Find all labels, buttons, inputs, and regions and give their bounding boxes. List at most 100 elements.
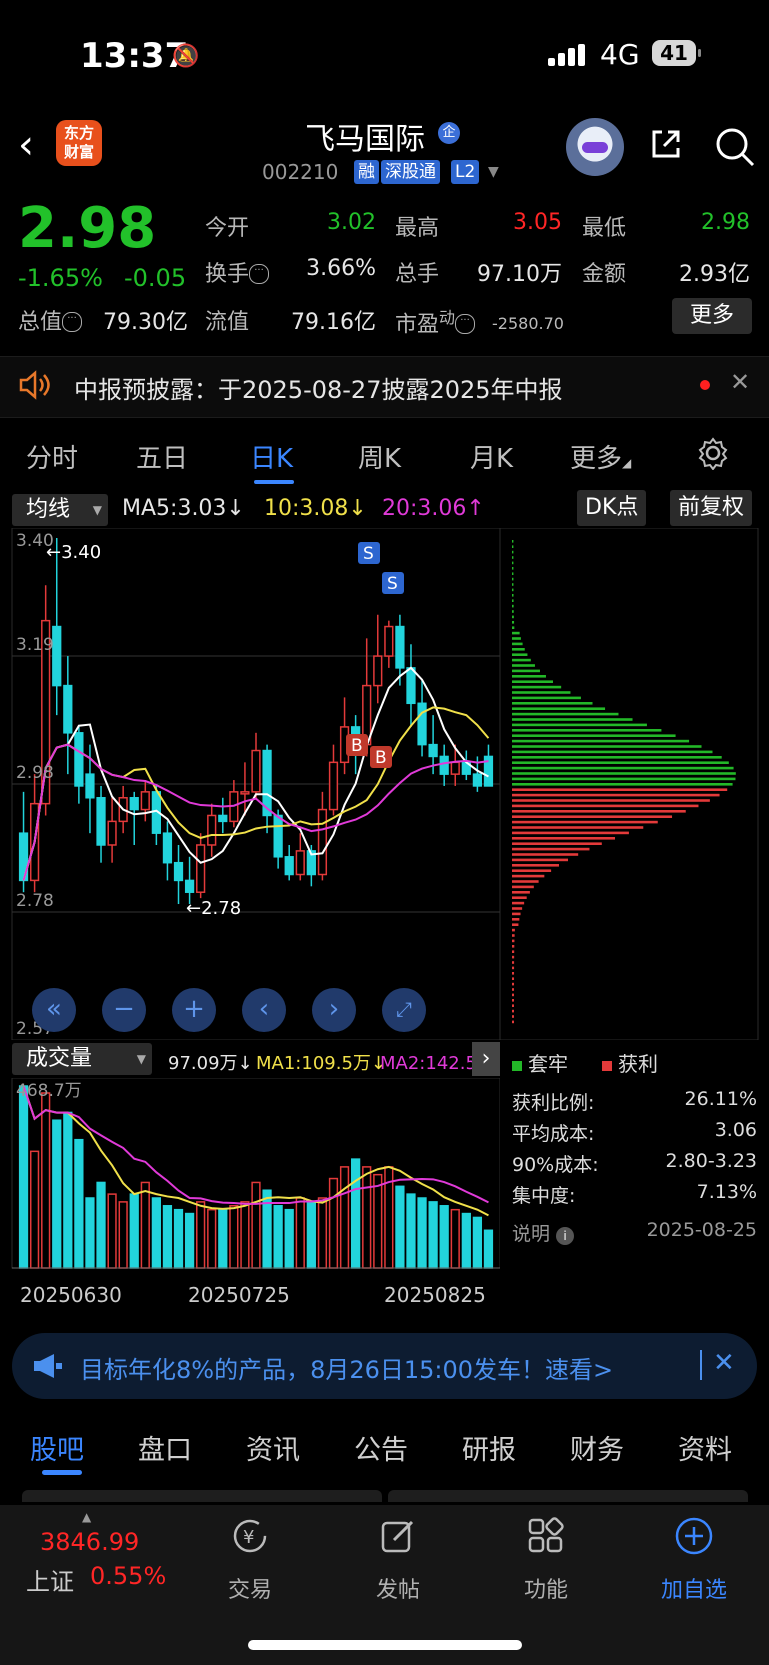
chevron-down-icon[interactable]: ▼	[488, 164, 499, 180]
nav-trade[interactable]: 交易	[210, 1572, 290, 1604]
adjust-button[interactable]: 前复权	[670, 490, 753, 526]
zoom-out-icon[interactable]: −	[102, 988, 146, 1032]
nav-add-watchlist[interactable]: 加自选	[646, 1572, 742, 1604]
chip-date: 2025-08-25	[646, 1219, 757, 1241]
share-icon[interactable]	[648, 126, 684, 162]
chip-bar	[512, 966, 515, 970]
fast-rewind-icon[interactable]: «	[32, 988, 76, 1032]
info-dots-icon[interactable]: ···	[62, 311, 83, 332]
market-cap-value: 79.30亿	[103, 310, 188, 335]
tab-intraday[interactable]: 分时	[26, 438, 78, 475]
turnover-value: 3.66%	[306, 256, 376, 281]
apps-grid-icon[interactable]	[526, 1516, 566, 1556]
tab-finance[interactable]: 财务	[570, 1428, 624, 1467]
volume-bar	[328, 1177, 339, 1269]
index-name[interactable]: 上证	[26, 1562, 74, 1597]
info-dots-icon[interactable]: ···	[455, 314, 476, 334]
index-value[interactable]: 3846.99	[40, 1528, 139, 1556]
candle	[52, 625, 62, 687]
chip-bar	[512, 761, 729, 764]
move-left-icon[interactable]: ‹	[242, 988, 286, 1032]
dk-point-button[interactable]: DK点	[577, 490, 647, 526]
back-icon[interactable]: ‹	[18, 122, 34, 168]
sell-signal-text: S	[363, 544, 374, 564]
battery-icon: 41	[652, 40, 701, 66]
tab-daily-k[interactable]: 日K	[250, 438, 293, 475]
indicator-select[interactable]: 均线 ▼	[12, 494, 108, 526]
fullscreen-icon[interactable]: ⤢	[382, 988, 426, 1032]
chip-bar	[512, 756, 722, 759]
candle	[140, 791, 150, 811]
tab-guba[interactable]: 股吧	[30, 1428, 84, 1467]
legend-profit: 获利	[602, 1048, 658, 1077]
chip-bar	[512, 631, 520, 635]
more-button[interactable]: 更多	[672, 298, 752, 334]
volume-chart[interactable]: 468.7万 20250630 20250725 20250825	[0, 1078, 500, 1320]
robot-assistant-avatar[interactable]	[566, 118, 624, 176]
chip-bar	[512, 918, 520, 921]
chip-bar	[512, 885, 534, 889]
caret-icon: ◢	[622, 456, 632, 470]
add-circle-icon[interactable]	[674, 1516, 714, 1556]
chip-note-row[interactable]: 说明 i 2025-08-25	[512, 1219, 757, 1246]
volume-indicator-select[interactable]: 成交量 ▼	[12, 1043, 152, 1075]
tab-research[interactable]: 研报	[462, 1428, 516, 1467]
close-icon[interactable]: ✕	[713, 1348, 735, 1378]
svg-text:¥: ¥	[243, 1527, 254, 1548]
volume-bar	[317, 1197, 328, 1269]
nav-functions[interactable]: 功能	[506, 1572, 586, 1604]
nav-post[interactable]: 发帖	[358, 1572, 438, 1604]
tab-profile[interactable]: 资料	[678, 1428, 732, 1467]
volume-select-label: 成交量	[26, 1046, 93, 1071]
tab-announcements[interactable]: 公告	[354, 1428, 408, 1467]
index-percent[interactable]: 0.55%	[90, 1562, 166, 1590]
candle	[450, 761, 460, 775]
tab-five-day[interactable]: 五日	[136, 438, 188, 475]
zoom-in-icon[interactable]: +	[172, 988, 216, 1032]
promo-text[interactable]: 目标年化8%的产品，8月26日15:00发车！速看>	[80, 1350, 613, 1385]
chip-bar	[512, 939, 515, 943]
high-label: 最高	[395, 216, 440, 241]
chip-bar	[512, 788, 728, 791]
caret-up-icon[interactable]: ▲	[82, 1510, 91, 1524]
volume-value: 97.10万	[477, 262, 562, 287]
buy-signal-text: B	[351, 736, 363, 756]
kline-chart[interactable]: 3.40 3.19 2.98 2.78 2.57 ←3.40 ←2.78 S S…	[0, 528, 769, 1040]
tab-news[interactable]: 资讯	[246, 1428, 300, 1467]
volume-bar	[450, 1208, 460, 1269]
notice-text[interactable]: 中报预披露：于2025-08-27披露2025年中报	[74, 370, 563, 405]
chip-bar	[512, 874, 545, 878]
info-dots-icon[interactable]: ···	[249, 263, 270, 284]
chip-note[interactable]: 说明 i	[512, 1219, 575, 1246]
chip-bar	[512, 928, 515, 932]
trade-icon[interactable]: ¥	[230, 1516, 270, 1556]
enterprise-badge: 企	[438, 122, 460, 144]
chip-stat-row: 集中度: 7.13%	[512, 1181, 757, 1219]
expand-right-icon[interactable]: ›	[472, 1042, 500, 1076]
close-icon[interactable]: ✕	[730, 368, 750, 396]
chip-bar	[512, 961, 515, 964]
tab-monthly-k[interactable]: 月K	[470, 438, 513, 475]
chip-bar	[512, 982, 515, 986]
chip-bar	[512, 955, 515, 959]
tab-weekly-k[interactable]: 周K	[358, 438, 401, 475]
chip-stat-value: 7.13%	[696, 1181, 757, 1203]
app-logo[interactable]: 东方 财富	[56, 120, 102, 166]
candle	[218, 814, 228, 823]
volume-bar	[107, 1193, 117, 1269]
chip-bar	[512, 621, 515, 624]
chip-stat-row: 平均成本: 3.06	[512, 1119, 757, 1150]
chip-bar	[512, 799, 710, 802]
tab-pankou[interactable]: 盘口	[138, 1428, 192, 1467]
compose-icon[interactable]	[378, 1516, 418, 1556]
chip-bar	[512, 653, 528, 656]
settings-gear-icon[interactable]	[696, 436, 730, 470]
move-right-icon[interactable]: ›	[312, 988, 356, 1032]
search-icon[interactable]	[714, 126, 756, 168]
amount-label: 金额	[582, 262, 627, 287]
tab-more[interactable]: 更多◢	[570, 438, 631, 475]
network-type: 4G	[600, 38, 640, 71]
chip-bar	[512, 869, 552, 872]
volume-bar	[140, 1181, 150, 1269]
volume-bar	[262, 1189, 272, 1269]
